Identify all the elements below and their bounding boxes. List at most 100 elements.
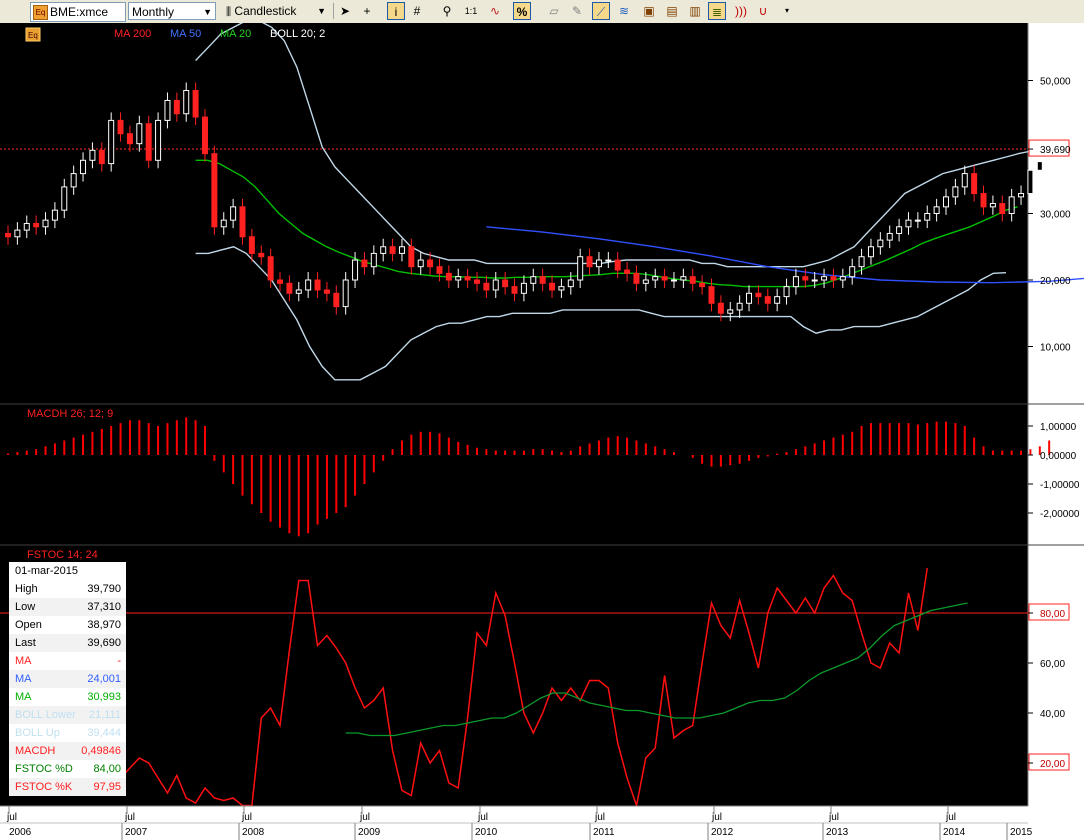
info-row-value: 39,690 <box>87 637 121 649</box>
candle-body <box>183 89 190 115</box>
candle-body <box>727 309 734 314</box>
jul-tick-label: jul <box>711 812 722 823</box>
info-row: MA - <box>9 652 126 670</box>
price-tick-label: 10,000 <box>1040 343 1071 354</box>
candle-body <box>211 153 218 228</box>
info-row-value: 30,993 <box>87 691 121 703</box>
candle-body <box>1027 169 1034 195</box>
info-row: FSTOC %D 84,00 <box>9 760 126 778</box>
candle-body <box>652 276 659 281</box>
legend-macdh: MACDH 26; 12; 9 <box>27 408 113 420</box>
candle-body <box>164 99 171 121</box>
candle-body <box>633 272 640 284</box>
chevron-down-icon: ▼ <box>203 7 212 17</box>
candle-body <box>108 119 115 165</box>
sound-icon[interactable]: ))) <box>732 2 750 20</box>
price-tick-label: 20,000 <box>1040 276 1071 287</box>
candle-body <box>624 269 631 274</box>
line-tool-icon[interactable]: ⟋ <box>592 2 610 20</box>
info-row: FSTOC %K 97,95 <box>9 778 126 796</box>
candle-body <box>755 292 762 298</box>
info-row-label: Open <box>15 619 42 631</box>
candle-body <box>774 296 781 304</box>
candle-body <box>305 279 312 291</box>
wave-icon[interactable]: ∿ <box>486 2 504 20</box>
marker-icon[interactable]: ▣ <box>640 2 658 20</box>
eq-icon: Eq <box>33 5 48 20</box>
candle-body <box>699 282 706 288</box>
text-icon[interactable]: ▤ <box>663 2 681 20</box>
stoch-tick-label: 20,00 <box>1040 759 1065 770</box>
eraser-icon[interactable]: ▱ <box>545 2 563 20</box>
candle-body <box>5 232 11 238</box>
time-axis: jul jul jul jul jul jul jul jul jul 2006 2007 2008 2… <box>0 805 1084 840</box>
info-row: MA 30,993 <box>9 688 126 706</box>
candle-body <box>736 302 743 311</box>
candle-body <box>277 279 284 284</box>
info-row-value: 24,001 <box>87 673 121 685</box>
one-to-one-icon[interactable]: 1:1 <box>462 2 480 20</box>
candle-body <box>464 276 471 281</box>
candle-body <box>502 279 509 288</box>
candle-body <box>717 302 724 314</box>
candle-body <box>286 282 293 294</box>
info-row-value: 0,49846 <box>81 745 121 757</box>
candle-body <box>661 276 668 281</box>
candle-body <box>117 119 124 135</box>
period-select[interactable]: Monthly ▼ <box>128 2 216 20</box>
candle-body <box>549 282 556 291</box>
last-price-label: 39,690 <box>1040 145 1071 156</box>
price-tick-label: 50,000 <box>1040 77 1071 88</box>
grid-icon[interactable]: # <box>408 2 426 20</box>
info-row: High 39,790 <box>9 580 126 598</box>
info-row-label: BOLL Lower <box>15 709 76 721</box>
candle-body <box>886 232 893 241</box>
candle-body <box>1008 196 1015 214</box>
candle-body <box>905 219 912 228</box>
candle-body <box>427 259 434 268</box>
jul-tick-label: jul <box>6 812 17 823</box>
info-icon[interactable]: i <box>387 2 405 20</box>
candle-body <box>764 296 771 304</box>
candle-body <box>192 89 199 118</box>
pointer-icon[interactable]: ➤ <box>336 2 354 20</box>
candle-body <box>61 186 68 211</box>
candle-body <box>980 193 987 208</box>
channel-icon[interactable]: ▥ <box>686 2 704 20</box>
crosshair-icon[interactable]: + <box>358 2 376 20</box>
candle-body <box>989 203 996 208</box>
candle-body <box>558 286 565 291</box>
overflow-icon[interactable]: ▾ <box>778 2 796 20</box>
candle-body <box>14 229 21 238</box>
percent-icon[interactable]: % <box>513 2 531 20</box>
chart-area[interactable]: 50,000 30,000 20,000 10,000 39,690 1,00000 0,0… <box>0 23 1084 840</box>
candle-body <box>380 246 387 254</box>
macd-tick-label: 0,00000 <box>1040 451 1077 462</box>
candle-body <box>352 259 359 281</box>
candle-body <box>595 259 602 268</box>
candle-body <box>689 276 696 284</box>
chart-type-select[interactable]: ⫼ Candlestick ▼ <box>226 2 330 20</box>
candle-body <box>248 236 255 254</box>
candle-body <box>417 259 424 268</box>
candle-body <box>258 252 265 258</box>
candle-body <box>680 276 687 281</box>
info-row-label: High <box>15 583 38 595</box>
year-tick-label: 2014 <box>943 827 966 838</box>
candle-body <box>839 276 846 281</box>
candle-body <box>342 279 349 308</box>
candle-body <box>783 286 790 298</box>
year-tick-label: 2008 <box>242 827 265 838</box>
candle-body <box>455 276 462 281</box>
candle-body <box>520 282 527 294</box>
info-row-value: 84,00 <box>93 763 121 775</box>
legend-ma50: MA 50 <box>170 28 201 40</box>
zoom-icon[interactable]: ⚲ <box>438 2 456 20</box>
magnet-icon[interactable]: ∪ <box>754 2 772 20</box>
channel-active-icon[interactable]: ≣ <box>708 2 726 20</box>
symbol-field[interactable]: Eq BME:xmce <box>30 2 126 22</box>
candle-body <box>567 279 574 288</box>
candle-body <box>70 173 77 188</box>
fibonacci-icon[interactable]: ≋ <box>615 2 633 20</box>
pen-icon[interactable]: ✎ <box>568 2 586 20</box>
